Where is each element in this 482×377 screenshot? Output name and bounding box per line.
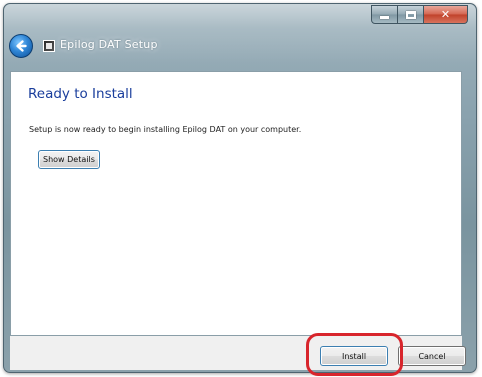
window-title: Epilog DAT Setup — [60, 38, 158, 51]
install-button[interactable]: Install — [320, 346, 388, 366]
back-arrow-icon — [16, 40, 27, 52]
page-title: Ready to Install — [28, 86, 133, 102]
maximize-button[interactable] — [398, 5, 424, 24]
minimize-icon — [380, 16, 389, 19]
status-message: Setup is now ready to begin installing E… — [29, 125, 302, 134]
back-button[interactable] — [9, 34, 33, 58]
content-panel — [10, 71, 462, 336]
footer-bar — [10, 336, 462, 370]
close-button[interactable]: ✕ — [424, 5, 468, 24]
close-icon: ✕ — [440, 8, 451, 21]
minimize-button[interactable] — [371, 5, 398, 24]
caption-buttons: ✕ — [371, 5, 468, 24]
maximize-icon — [405, 10, 416, 19]
show-details-button[interactable]: Show Details — [38, 150, 100, 169]
cancel-button[interactable]: Cancel — [398, 346, 466, 366]
setup-app-icon — [43, 40, 55, 52]
